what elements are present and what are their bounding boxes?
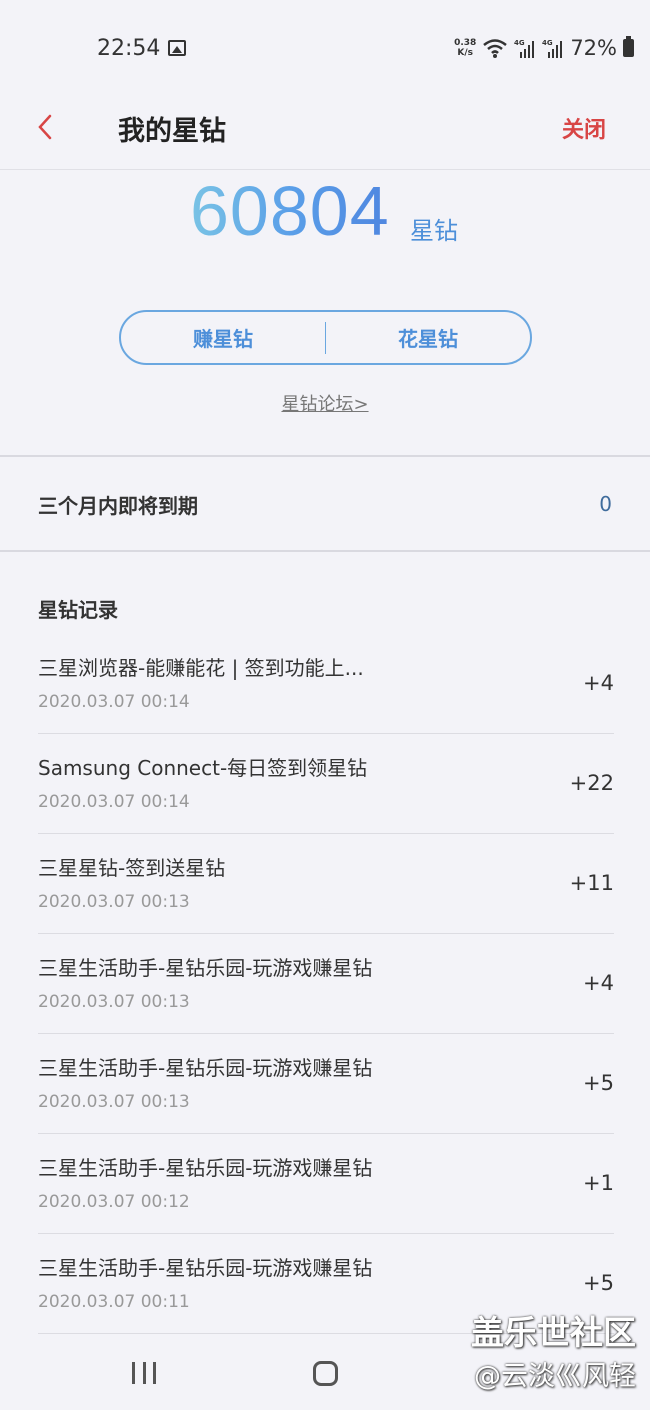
watermark-community: 盖乐世社区	[471, 1313, 636, 1352]
record-name: 三星浏览器-能赚能花 | 签到功能上...	[38, 656, 364, 680]
list-item[interactable]: 三星生活助手-星钻乐园-玩游戏赚星钻 2020.03.07 00:13 +4	[38, 934, 614, 1034]
record-points: +4	[583, 671, 614, 695]
record-name: 三星生活助手-星钻乐园-玩游戏赚星钻	[38, 956, 373, 980]
record-time: 2020.03.07 00:13	[38, 992, 190, 1012]
spend-button[interactable]: 花星钻	[326, 323, 530, 352]
record-time: 2020.03.07 00:13	[38, 892, 190, 912]
record-points: +22	[569, 771, 614, 795]
record-points: +11	[569, 871, 614, 895]
balance-section: 60804 星钻 赚星钻 花星钻 星钻论坛>	[0, 171, 650, 455]
records-title: 星钻记录	[38, 598, 118, 622]
record-list: 三星浏览器-能赚能花 | 签到功能上... 2020.03.07 00:14 +…	[38, 634, 614, 1334]
signal-4g-icon: 4G	[514, 39, 535, 58]
balance-unit: 星钻	[410, 217, 458, 245]
list-item[interactable]: 三星星钻-签到送星钻 2020.03.07 00:13 +11	[38, 834, 614, 934]
list-item[interactable]: 三星生活助手-星钻乐园-玩游戏赚星钻 2020.03.07 00:13 +5	[38, 1034, 614, 1134]
home-button[interactable]	[313, 1361, 338, 1386]
battery-percentage: 72%	[570, 36, 617, 60]
recent-apps-button[interactable]	[132, 1362, 156, 1384]
earn-spend-toggle: 赚星钻 花星钻	[119, 310, 532, 365]
back-button[interactable]	[30, 112, 60, 142]
network-speed-value: 0.38	[454, 38, 477, 48]
page-title: 我的星钻	[118, 116, 226, 147]
signal-4g-icon: 4G	[542, 39, 563, 58]
section-divider	[0, 550, 650, 552]
expiring-value: 0	[599, 492, 612, 516]
record-time: 2020.03.07 00:14	[38, 792, 190, 812]
list-item[interactable]: Samsung Connect-每日签到领星钻 2020.03.07 00:14…	[38, 734, 614, 834]
network-speed-unit: K/s	[457, 48, 474, 58]
wifi-icon	[483, 39, 508, 58]
record-points: +4	[583, 971, 614, 995]
expiring-label: 三个月内即将到期	[38, 494, 198, 518]
recent-apps-icon-bar	[153, 1362, 156, 1384]
app-header: 我的星钻 关闭	[0, 98, 650, 170]
chevron-left-icon	[38, 114, 52, 140]
recent-apps-icon	[132, 1362, 135, 1384]
list-item[interactable]: 三星生活助手-星钻乐园-玩游戏赚星钻 2020.03.07 00:12 +1	[38, 1134, 614, 1234]
status-indicators: 0.38 K/s 4G 4G 72%	[454, 36, 634, 60]
close-button[interactable]: 关闭	[562, 112, 606, 144]
expiring-row: 三个月内即将到期 0	[0, 457, 650, 549]
network-speed: 0.38 K/s	[454, 38, 476, 58]
watermark-author: @云淡巛风轻	[474, 1361, 636, 1392]
battery-icon	[623, 36, 634, 57]
record-name: 三星生活助手-星钻乐园-玩游戏赚星钻	[38, 1256, 373, 1280]
record-name: Samsung Connect-每日签到领星钻	[38, 756, 368, 780]
balance-amount: 60804	[190, 172, 390, 250]
recent-apps-icon-bar	[142, 1362, 146, 1384]
status-time: 22:54	[97, 36, 161, 61]
record-time: 2020.03.07 00:12	[38, 1192, 190, 1212]
earn-button[interactable]: 赚星钻	[121, 323, 325, 352]
record-points: +5	[583, 1071, 614, 1095]
status-bar: 22:54 0.38 K/s 4G 4G 72%	[0, 0, 650, 98]
record-time: 2020.03.07 00:14	[38, 692, 190, 712]
record-name: 三星生活助手-星钻乐园-玩游戏赚星钻	[38, 1056, 373, 1080]
record-time: 2020.03.07 00:13	[38, 1092, 190, 1112]
record-points: +1	[583, 1171, 614, 1195]
gallery-icon	[168, 40, 186, 56]
record-time: 2020.03.07 00:11	[38, 1292, 190, 1312]
forum-link[interactable]: 星钻论坛>	[0, 390, 650, 416]
svg-text:4G: 4G	[542, 39, 553, 47]
svg-text:4G: 4G	[514, 39, 525, 47]
record-name: 三星星钻-签到送星钻	[38, 856, 226, 880]
record-name: 三星生活助手-星钻乐园-玩游戏赚星钻	[38, 1156, 373, 1180]
list-item[interactable]: 三星浏览器-能赚能花 | 签到功能上... 2020.03.07 00:14 +…	[38, 634, 614, 734]
record-points: +5	[583, 1271, 614, 1295]
